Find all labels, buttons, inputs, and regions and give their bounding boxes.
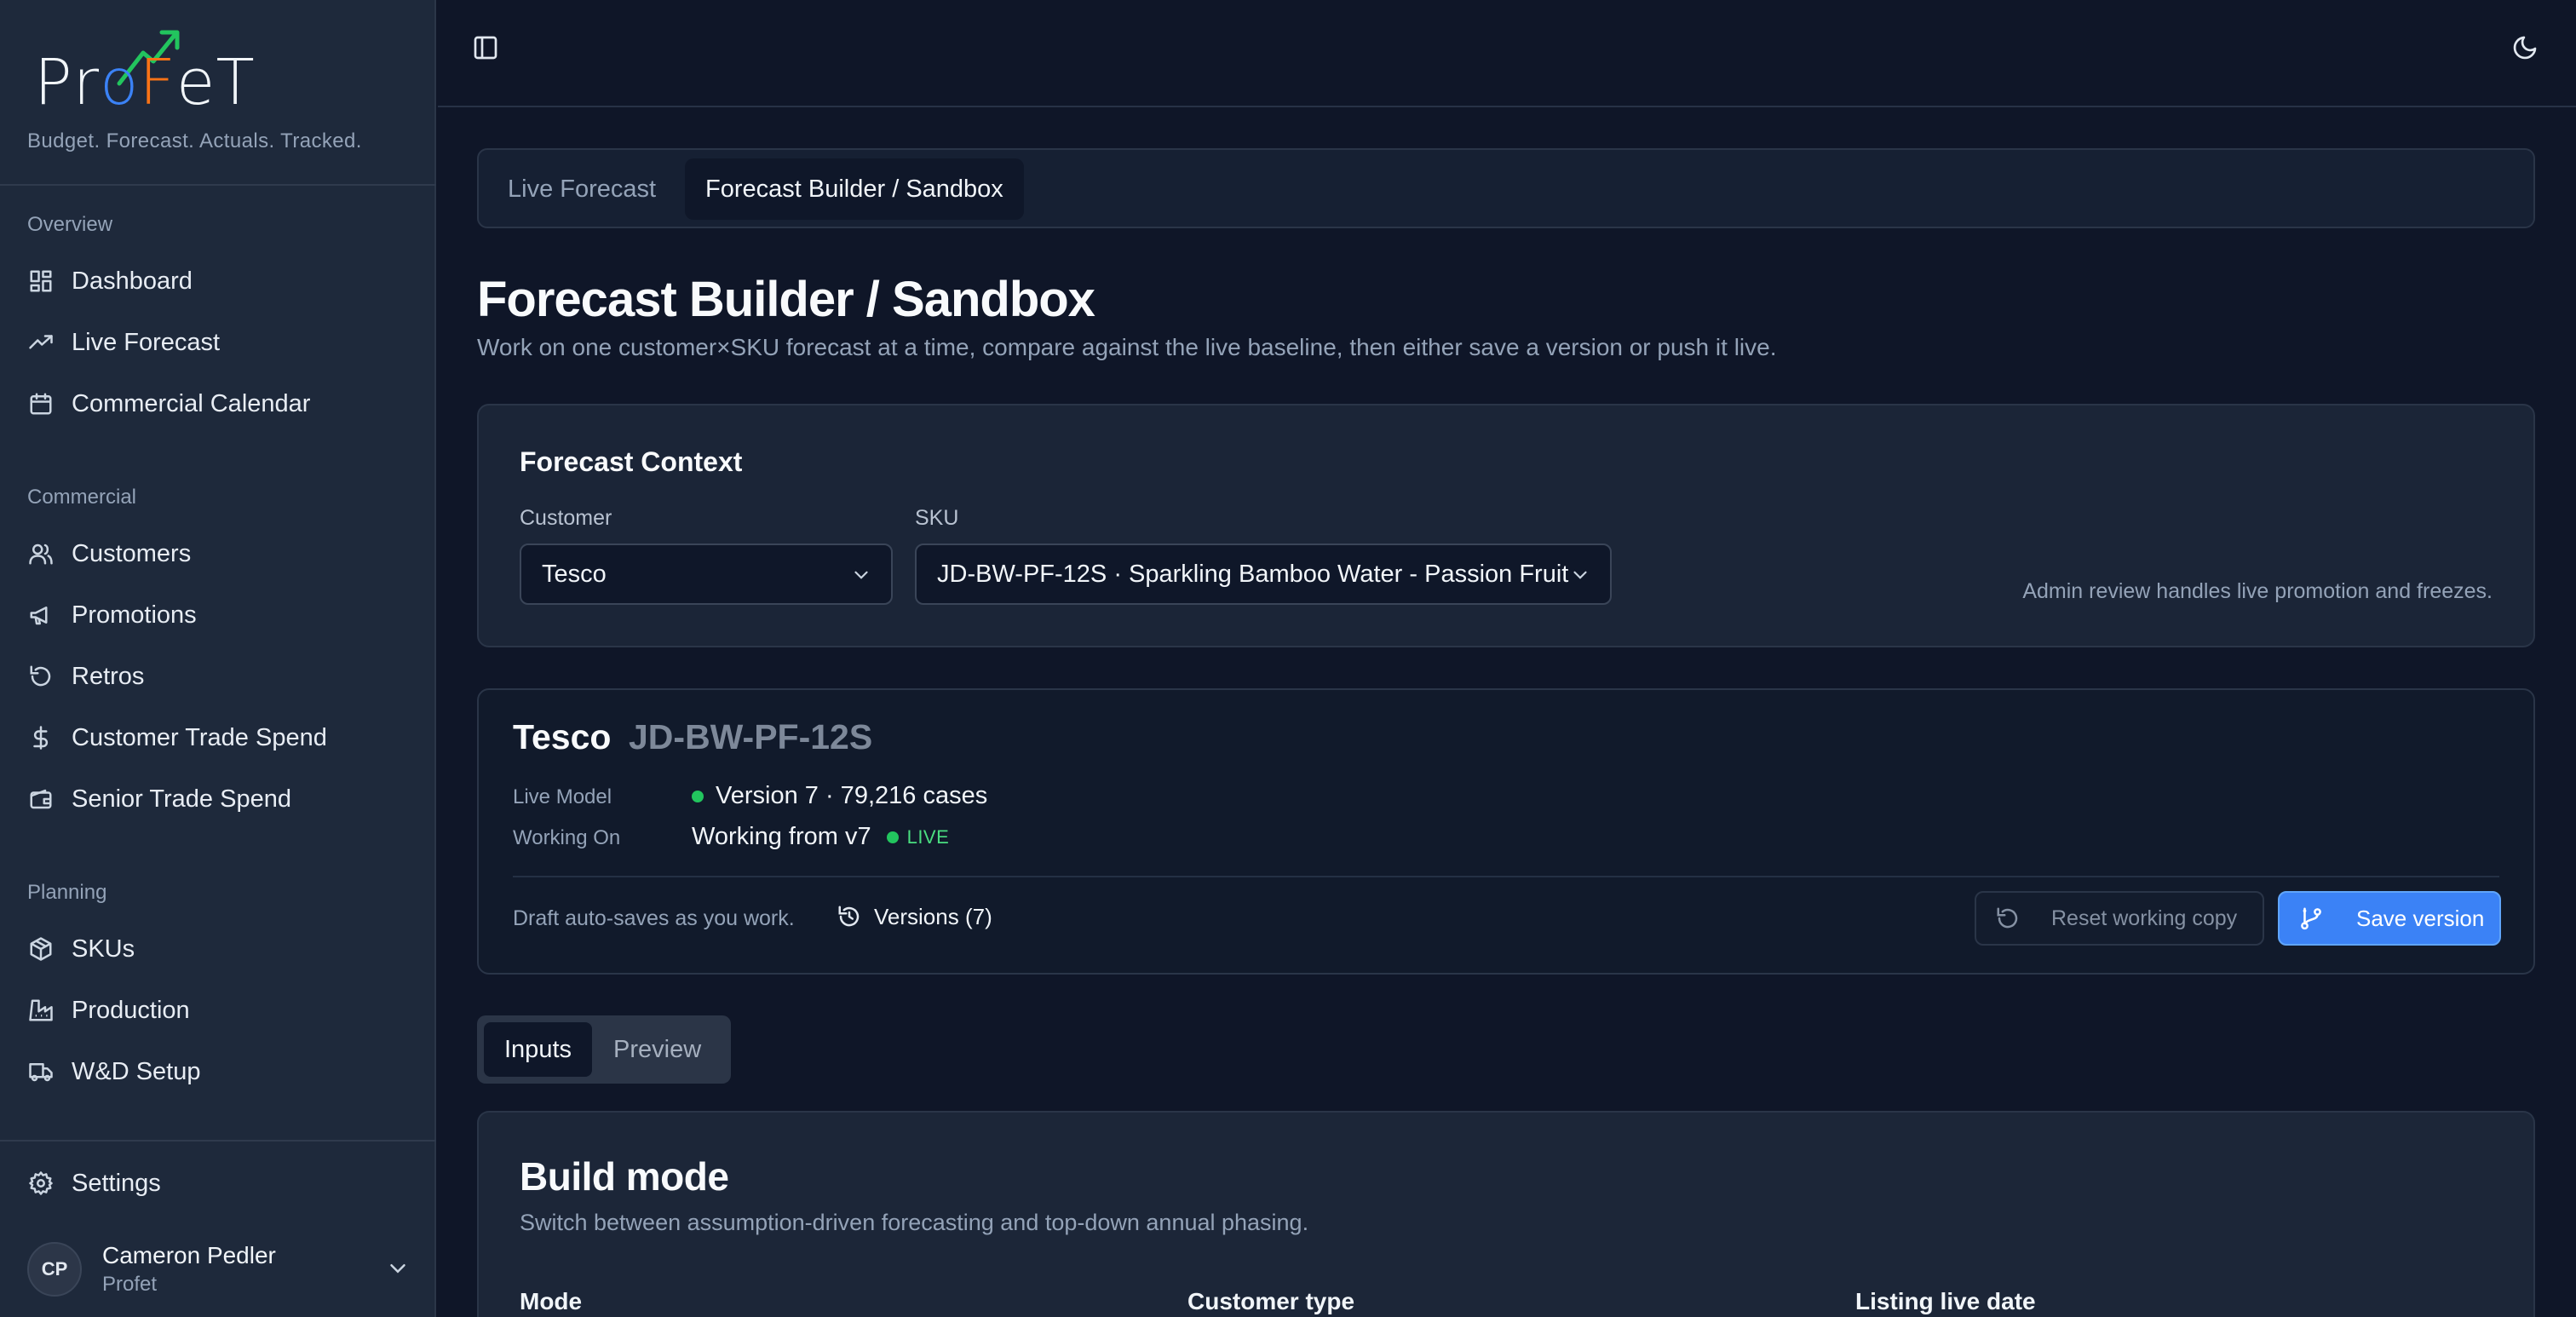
sidebar-item-live-forecast[interactable]: Live Forecast: [27, 319, 220, 366]
build-mode-card: Build mode Switch between assumption-dri…: [477, 1111, 2535, 1317]
live-model-label: Live Model: [513, 785, 612, 808]
sidebar-divider: [0, 1140, 436, 1142]
sidebar-item-wd-setup[interactable]: W&D Setup: [27, 1048, 201, 1096]
trending-up-icon: [27, 329, 55, 356]
tab-live-forecast[interactable]: Live Forecast: [487, 158, 676, 220]
live-badge: LIVE: [886, 826, 950, 848]
sidebar-item-label: Production: [72, 996, 190, 1024]
sidebar-item-label: W&D Setup: [72, 1057, 201, 1085]
sidebar-item-label: Promotions: [72, 601, 197, 629]
users-icon: [27, 540, 55, 567]
sku-select[interactable]: JD-BW-PF-12S · Sparkling Bamboo Water - …: [915, 543, 1612, 605]
gear-icon: [27, 1170, 55, 1197]
versions-button[interactable]: Versions (7): [837, 894, 992, 939]
chevron-down-icon: [390, 1264, 405, 1274]
sidebar-item-customer-trade-spend[interactable]: Customer Trade Spend: [27, 714, 327, 762]
sidebar-item-promotions[interactable]: Promotions: [27, 591, 197, 639]
factory-icon: [27, 997, 55, 1024]
autosave-note: Draft auto-saves as you work.: [513, 906, 795, 930]
sidebar-item-label: Customer Trade Spend: [72, 723, 327, 751]
customer-select[interactable]: Tesco: [520, 543, 893, 605]
sidebar-item-retros[interactable]: Retros: [27, 653, 144, 700]
group-label-commercial: Commercial: [27, 486, 137, 509]
sidebar-item-label: Live Forecast: [72, 328, 221, 356]
working-on-value: Working from v7 LIVE: [692, 823, 950, 850]
summary-divider: [513, 876, 2499, 877]
page-subtitle: Work on one customer×SKU forecast at a t…: [477, 334, 1777, 360]
panel-left-icon: [474, 36, 497, 60]
builder-subtabs: Inputs Preview: [477, 1015, 731, 1084]
logo-wordmark: P r o F e T: [34, 46, 256, 119]
sku-label: SKU: [915, 506, 959, 530]
sidebar-item-production[interactable]: Production: [27, 986, 190, 1034]
page-title: Forecast Builder / Sandbox: [477, 272, 1095, 327]
sidebar-item-dashboard[interactable]: Dashboard: [27, 257, 193, 305]
page-tabs: Live Forecast Forecast Builder / Sandbox: [477, 148, 2535, 228]
summary-sku: JD-BW-PF-12S: [629, 717, 873, 756]
history-icon: [838, 906, 860, 927]
working-on-label: Working On: [513, 826, 621, 849]
chevron-down-icon: [1573, 571, 1587, 579]
group-label-overview: Overview: [27, 213, 113, 236]
sidebar-item-customers[interactable]: Customers: [27, 530, 191, 578]
truck-icon: [27, 1058, 55, 1085]
customer-select-value: Tesco: [542, 560, 607, 588]
dashboard-icon: [27, 267, 55, 295]
brand-logo[interactable]: P r o F e T: [31, 22, 388, 114]
sidebar-divider: [0, 184, 436, 186]
moon-icon: [2513, 36, 2537, 60]
context-note: Admin review handles live promotion and …: [2022, 579, 2493, 603]
forecast-context-card: Forecast Context Customer Tesco SKU JD-B…: [477, 404, 2535, 647]
sidebar-item-label: Settings: [72, 1169, 161, 1197]
top-bar: [438, 0, 2576, 107]
avatar: CP: [27, 1242, 82, 1297]
build-mode-title: Build mode: [520, 1154, 729, 1199]
sidebar-item-label: SKUs: [72, 935, 135, 963]
forecast-context-title: Forecast Context: [520, 446, 743, 477]
package-icon: [27, 935, 55, 963]
rotate-ccw-icon: [1997, 907, 2018, 929]
customer-label: Customer: [520, 506, 612, 530]
live-model-value: Version 7 · 79,216 cases: [692, 782, 987, 810]
theme-toggle-button[interactable]: [2511, 34, 2542, 65]
calendar-icon: [27, 390, 55, 417]
sidebar-item-label: Senior Trade Spend: [72, 785, 291, 813]
group-label-planning: Planning: [27, 881, 107, 904]
sidebar-item-commercial-calendar[interactable]: Commercial Calendar: [27, 380, 310, 428]
status-dot: [692, 790, 704, 802]
sidebar: P r o F e T Budget. Forecast. Actuals. T…: [0, 0, 436, 1317]
rotate-ccw-icon: [27, 663, 55, 690]
forecast-summary-card: Tesco JD-BW-PF-12S Live Model Version 7 …: [477, 688, 2535, 975]
user-org: Profet: [102, 1273, 158, 1296]
sidebar-item-label: Customers: [72, 539, 192, 567]
brand-tagline: Budget. Forecast. Actuals. Tracked.: [27, 129, 362, 152]
git-branch-icon: [2301, 907, 2321, 930]
sidebar-toggle-button[interactable]: [472, 34, 503, 65]
sidebar-item-label: Dashboard: [72, 267, 193, 295]
sidebar-item-label: Commercial Calendar: [72, 389, 311, 417]
customer-type-label: Customer type: [1187, 1288, 1355, 1314]
wallet-icon: [27, 785, 55, 813]
sidebar-item-senior-trade-spend[interactable]: Senior Trade Spend: [27, 775, 291, 823]
chevron-down-icon: [854, 571, 868, 579]
user-menu[interactable]: CP Cameron Pedler Profet: [27, 1242, 411, 1297]
reset-working-copy-button[interactable]: Reset working copy: [1975, 891, 2264, 946]
sidebar-item-settings[interactable]: Settings: [27, 1159, 161, 1207]
tab-inputs[interactable]: Inputs: [484, 1022, 592, 1077]
sidebar-item-skus[interactable]: SKUs: [27, 925, 135, 973]
sidebar-item-label: Retros: [72, 662, 145, 690]
dollar-icon: [27, 724, 55, 751]
sku-select-value: JD-BW-PF-12S · Sparkling Bamboo Water - …: [937, 560, 1569, 588]
user-name: Cameron Pedler: [102, 1242, 276, 1268]
tab-forecast-builder[interactable]: Forecast Builder / Sandbox: [685, 158, 1024, 220]
build-mode-subtitle: Switch between assumption-driven forecas…: [520, 1210, 1309, 1235]
save-version-button[interactable]: Save version: [2278, 891, 2501, 946]
summary-customer: Tesco: [513, 717, 612, 756]
tab-preview[interactable]: Preview: [593, 1022, 722, 1077]
mode-label: Mode: [520, 1288, 583, 1314]
megaphone-icon: [27, 601, 55, 629]
listing-live-date-label: Listing live date: [1855, 1288, 2036, 1314]
